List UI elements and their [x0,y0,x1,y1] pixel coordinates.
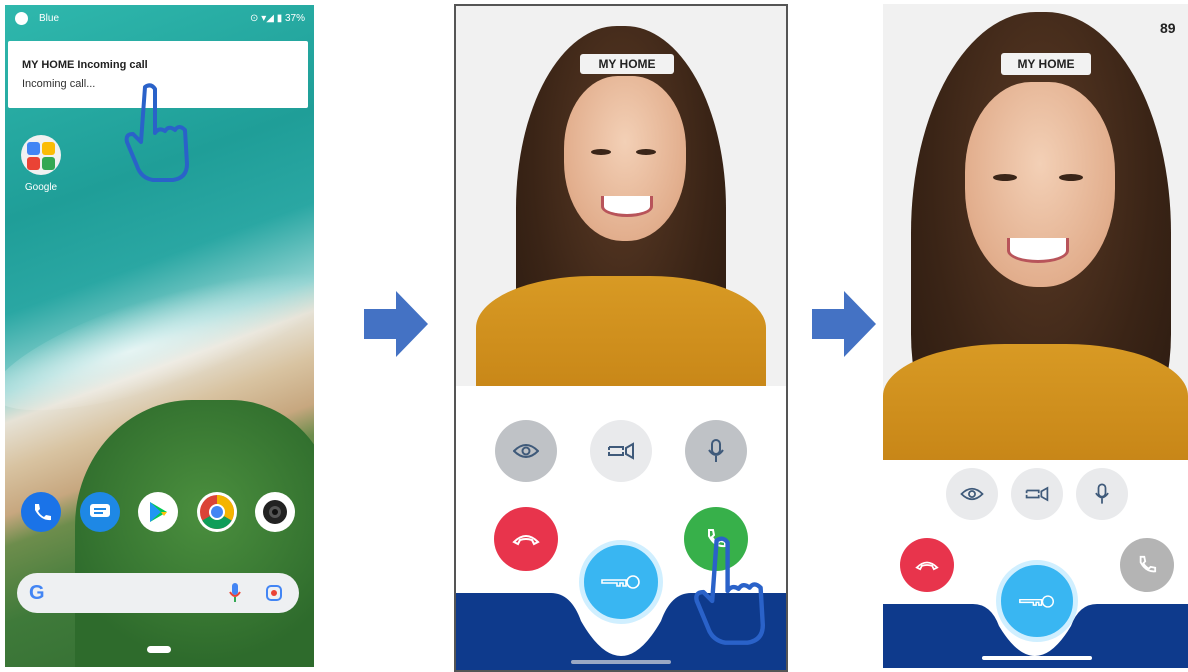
video-eye-left [993,174,1017,181]
phone-home-screen: Blue ⊙ ▾◢ ▮ 37% MY HOME Incoming call In… [5,5,314,667]
step-arrow-2-icon [812,291,876,357]
notification-title: MY HOME Incoming call [22,59,148,71]
wallpaper-greenery [75,400,314,667]
notification-text: Incoming call... [22,78,96,90]
microphone-button[interactable] [1076,468,1128,520]
video-sweater [883,344,1188,460]
hang-up-button[interactable] [494,507,558,571]
google-folder-label: Google [24,182,58,193]
caller-name-label: MY HOME [580,54,674,74]
open-door-key-button[interactable] [579,540,663,624]
phone-incoming-call-screen: MY HOME [454,4,788,672]
video-smile [601,196,653,217]
page-number: 89 [1160,20,1176,36]
tap-hand-icon [694,536,765,645]
messages-app-icon[interactable] [80,492,120,532]
switch-camera-icon [1025,486,1049,502]
hang-up-icon [512,535,540,546]
video-sweater [476,276,766,386]
microphone-button[interactable] [685,420,747,482]
microphone-icon[interactable] [229,583,241,603]
phone-active-call-screen: MY HOME [883,4,1188,668]
google-logo-icon: G [29,582,45,604]
play-store-app-icon[interactable] [138,492,178,532]
eye-icon [960,487,984,501]
switch-camera-button[interactable] [1011,468,1063,520]
step-arrow-1-icon [364,291,428,357]
answer-icon [1139,555,1157,573]
video-smile [1007,238,1069,263]
hang-up-button[interactable] [900,538,954,592]
caller-name-label: MY HOME [1001,53,1091,75]
hang-up-icon [915,561,939,571]
microphone-icon [1095,483,1109,504]
status-bar: Blue ⊙ ▾◢ ▮ 37% [15,12,305,28]
key-icon [1019,594,1055,608]
video-eye-right [1059,174,1083,181]
home-gesture-bar[interactable] [147,646,171,653]
google-search-bar[interactable]: G [17,573,299,613]
status-right: ⊙ ▾◢ ▮ 37% [250,13,305,24]
home-gesture-bar[interactable] [982,656,1092,660]
video-eye-left [591,149,611,155]
microphone-icon [708,439,724,462]
open-door-key-button[interactable] [996,560,1078,642]
home-gesture-bar[interactable] [571,660,671,664]
google-lens-icon[interactable] [265,584,283,602]
google-folder-icon[interactable] [21,135,61,175]
key-icon [601,575,640,589]
switch-camera-button[interactable] [590,420,652,482]
carrier-name: Blue [39,13,60,24]
phone-app-icon[interactable] [21,492,61,532]
view-button[interactable] [495,420,557,482]
phone-status-icon [15,12,28,25]
answer-button[interactable] [1120,538,1174,592]
eye-icon [513,444,539,458]
switch-camera-icon [608,442,634,460]
camera-app-icon[interactable] [255,492,295,532]
signal-icons: ⊙ ▾◢ ▮ [250,13,285,24]
battery-level: 37% [284,13,305,24]
view-button[interactable] [946,468,998,520]
video-eye-right [636,149,656,155]
tap-hand-icon [124,83,189,182]
chrome-app-icon[interactable] [197,492,237,532]
